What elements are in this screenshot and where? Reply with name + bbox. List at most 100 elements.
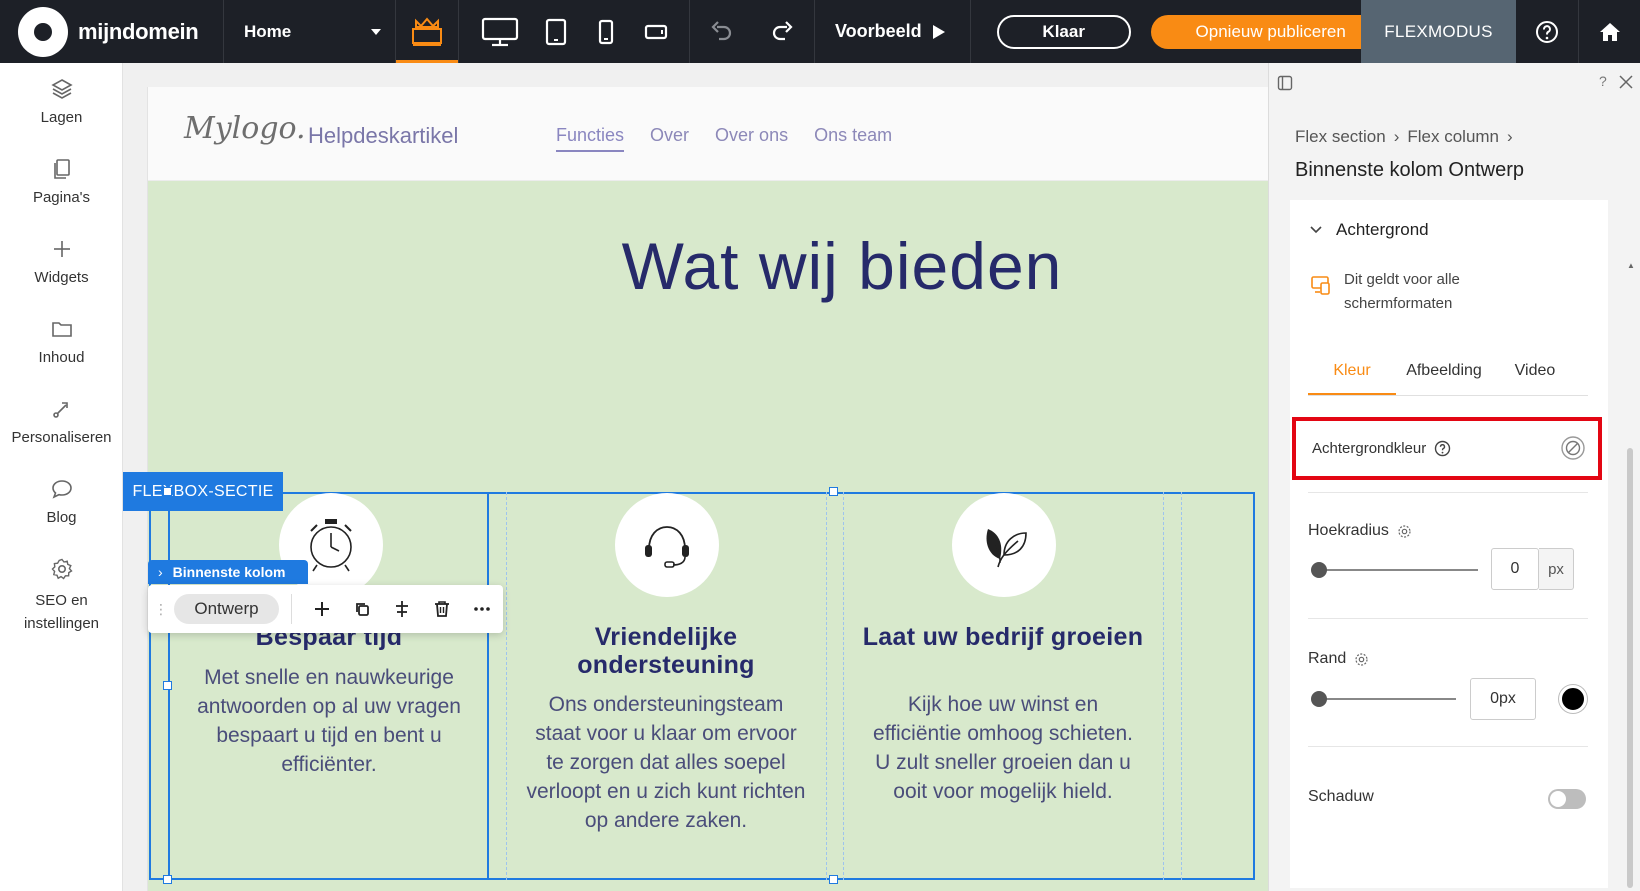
desktop-view-button[interactable]	[469, 0, 531, 63]
add-element-button[interactable]	[302, 589, 342, 629]
scroll-up-icon[interactable]: ▲	[1627, 261, 1635, 270]
corner-radius-label: Hoekradius	[1308, 522, 1412, 540]
nav-item-about[interactable]: Over	[650, 125, 689, 152]
sidebar-item-label: Widgets	[34, 269, 89, 286]
tab-image[interactable]: Afbeelding	[1396, 356, 1492, 395]
settings-icon[interactable]	[1397, 524, 1412, 539]
sidebar-item-label: Inhoud	[38, 349, 85, 366]
dock-panel-icon[interactable]	[1277, 75, 1293, 91]
drag-handle-icon[interactable]: ⋮	[154, 601, 168, 618]
no-color-icon[interactable]	[1560, 435, 1586, 461]
flexmode-button[interactable]: FLEXMODUS	[1361, 0, 1516, 63]
tablet-view-button[interactable]	[531, 0, 581, 63]
feature-text[interactable]: Ons ondersteuningsteam staat voor u klaa…	[526, 690, 806, 835]
site-nav: Functies Over Over ons Ons team	[556, 125, 892, 152]
landscape-view-button[interactable]	[631, 0, 681, 63]
corner-radius-text: Hoekradius	[1308, 522, 1389, 539]
leaf-icon	[986, 529, 1027, 568]
nav-item-about-us[interactable]: Over ons	[715, 125, 788, 152]
corner-radius-slider[interactable]	[1318, 569, 1478, 571]
sidebar-item-label: Personaliseren	[11, 429, 112, 446]
help-button[interactable]	[1516, 0, 1578, 63]
redo-button[interactable]	[752, 0, 814, 63]
gear-icon	[51, 558, 73, 580]
sidebar-item-content[interactable]: Inhoud	[0, 317, 123, 366]
corner-radius-slider-handle[interactable]	[1311, 562, 1327, 578]
border-slider-handle[interactable]	[1311, 691, 1327, 707]
sidebar-item-seo[interactable]: SEO en instellingen	[0, 557, 123, 635]
sidebar-item-pages[interactable]: Pagina's	[0, 157, 123, 206]
background-settings-card: Achtergrond Dit geldt voor alle schermfo…	[1290, 200, 1608, 888]
mobile-view-button[interactable]	[581, 0, 631, 63]
panel-help-icon[interactable]: ?	[1599, 73, 1607, 89]
sidebar-item-label: Lagen	[40, 109, 83, 126]
corner-radius-input[interactable]: 0	[1491, 548, 1539, 590]
page-selector[interactable]: Home	[224, 0, 396, 63]
mobile-landscape-icon	[644, 24, 668, 39]
preview-button[interactable]: Voorbeeld	[815, 0, 971, 63]
undo-icon	[711, 20, 732, 40]
align-button[interactable]	[382, 589, 422, 629]
more-options-button[interactable]	[462, 589, 502, 629]
copy-icon	[356, 603, 369, 616]
shadow-toggle[interactable]	[1548, 789, 1586, 809]
sidebar-item-personalize[interactable]: Personaliseren	[0, 397, 123, 446]
close-icon[interactable]	[1619, 75, 1633, 89]
chat-bubble-icon	[51, 480, 72, 499]
tablet-icon	[545, 18, 567, 45]
desktop-icon	[481, 17, 519, 46]
breadcrumb-item[interactable]: Flex column	[1407, 127, 1499, 147]
feature-text[interactable]: Kijk hoe uw winst en efficiëntie omhoog …	[863, 690, 1143, 806]
border-color-picker[interactable]	[1559, 685, 1587, 713]
design-button[interactable]: Ontwerp	[174, 594, 279, 624]
help-icon[interactable]	[1434, 440, 1451, 457]
inner-column-selection[interactable]	[168, 492, 489, 880]
sidebar-item-layers[interactable]: Lagen	[0, 77, 123, 126]
resize-handle[interactable]	[829, 875, 838, 884]
resize-handle[interactable]	[163, 487, 172, 496]
duplicate-button[interactable]	[342, 589, 382, 629]
site-title[interactable]: Helpdeskartikel	[308, 123, 458, 149]
delete-button[interactable]	[422, 589, 462, 629]
design-panel: ? Flex section › Flex column › Binnenste…	[1268, 63, 1640, 891]
border-slider[interactable]	[1318, 698, 1456, 700]
inner-column-tag-label: Binnenste kolom	[172, 564, 286, 580]
done-button[interactable]: Klaar	[996, 14, 1131, 49]
brand[interactable]: mijndomein	[0, 0, 224, 63]
chevron-down-icon	[371, 28, 381, 35]
crown-device-button[interactable]	[396, 0, 458, 63]
republish-button[interactable]: Opnieuw publiceren	[1150, 14, 1391, 49]
tab-video[interactable]: Video	[1492, 356, 1578, 395]
resize-handle[interactable]	[163, 681, 172, 690]
help-icon	[1536, 20, 1558, 43]
devices-icon	[1311, 276, 1330, 295]
home-button[interactable]	[1578, 0, 1640, 63]
feature-title[interactable]: Vriendelijke ondersteuning	[516, 623, 816, 679]
inner-column-tag[interactable]: › Binnenste kolom	[148, 560, 308, 584]
settings-icon[interactable]	[1354, 652, 1369, 667]
chevron-down-icon	[1310, 226, 1322, 234]
background-color-row[interactable]: Achtergrondkleur	[1292, 417, 1602, 480]
resize-handle[interactable]	[829, 487, 838, 496]
feature-title[interactable]: Laat uw bedrijf groeien	[853, 623, 1153, 651]
section-heading[interactable]: Wat wij bieden	[123, 228, 1268, 304]
tab-color[interactable]: Kleur	[1308, 356, 1396, 395]
undo-button[interactable]	[690, 0, 752, 63]
panel-scrollbar[interactable]	[1627, 448, 1633, 888]
resize-handle[interactable]	[163, 875, 172, 884]
breadcrumb-item[interactable]: Flex section	[1295, 127, 1386, 147]
headset-icon	[645, 526, 689, 568]
sidebar-item-widgets[interactable]: Widgets	[0, 237, 123, 286]
column-divider	[1163, 492, 1164, 880]
border-width-input[interactable]: 0px	[1470, 678, 1536, 720]
divider	[1308, 618, 1588, 619]
site-logo[interactable]: Mylogo.	[184, 111, 306, 146]
section-toggle-background[interactable]: Achtergrond	[1310, 220, 1429, 240]
breadcrumb: Flex section › Flex column ›	[1295, 127, 1513, 147]
sidebar-item-blog[interactable]: Blog	[0, 477, 123, 526]
divider	[1308, 492, 1588, 493]
corner-radius-unit[interactable]: px	[1539, 548, 1574, 590]
nav-item-team[interactable]: Ons team	[814, 125, 892, 152]
nav-item-functions[interactable]: Functies	[556, 125, 625, 152]
play-icon	[932, 24, 945, 39]
